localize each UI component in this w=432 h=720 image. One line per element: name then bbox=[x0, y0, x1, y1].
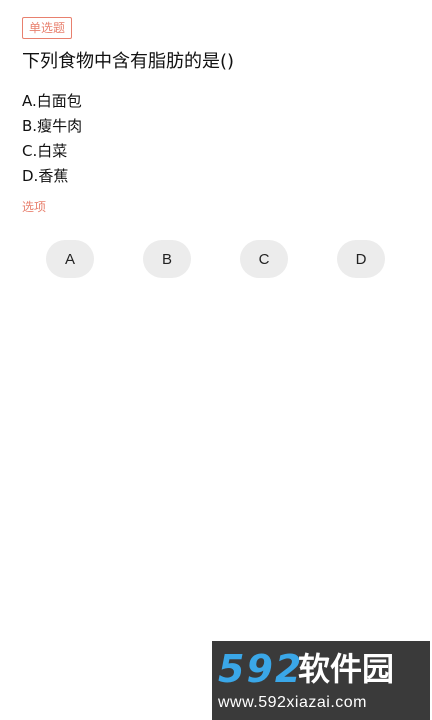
question-text: 下列食物中含有脂肪的是() bbox=[22, 51, 235, 72]
answer-button-row: A B C D bbox=[0, 240, 432, 280]
watermark-logo: 592 软件园 www.592xiazai.com bbox=[212, 641, 430, 720]
answer-button-a[interactable]: A bbox=[46, 240, 94, 278]
quiz-page: 单选题 下列食物中含有脂肪的是() A. 白面包 B. 瘦牛肉 C. 白菜 D. 香蕉 … bbox=[0, 0, 432, 720]
option-text: 瘦牛肉 bbox=[37, 117, 83, 135]
option-list: A. 白面包 B. 瘦牛肉 C. 白菜 D. 香蕉 bbox=[22, 89, 82, 189]
answer-button-c[interactable]: C bbox=[240, 240, 288, 278]
option-item-a: A. 白面包 bbox=[22, 89, 82, 114]
option-text: 白菜 bbox=[37, 142, 68, 160]
watermark-url: www.592xiazai.com bbox=[218, 694, 367, 711]
option-letter: A. bbox=[22, 92, 37, 110]
option-text: 香蕉 bbox=[38, 167, 69, 185]
option-letter: B. bbox=[22, 117, 38, 135]
option-text: 白面包 bbox=[36, 92, 82, 110]
watermark-brand: 软件园 bbox=[298, 650, 395, 688]
answer-button-b[interactable]: B bbox=[143, 240, 191, 278]
answer-section-label: 选项 bbox=[22, 200, 47, 214]
option-item-c: C. 白菜 bbox=[22, 139, 82, 164]
option-letter: D. bbox=[22, 167, 39, 185]
answer-button-d[interactable]: D bbox=[337, 240, 385, 278]
option-item-d: D. 香蕉 bbox=[22, 164, 82, 189]
option-letter: C. bbox=[22, 142, 38, 160]
question-type-tag: 单选题 bbox=[22, 17, 73, 39]
option-item-b: B. 瘦牛肉 bbox=[22, 114, 82, 139]
watermark-logo-number: 592 bbox=[218, 647, 304, 691]
